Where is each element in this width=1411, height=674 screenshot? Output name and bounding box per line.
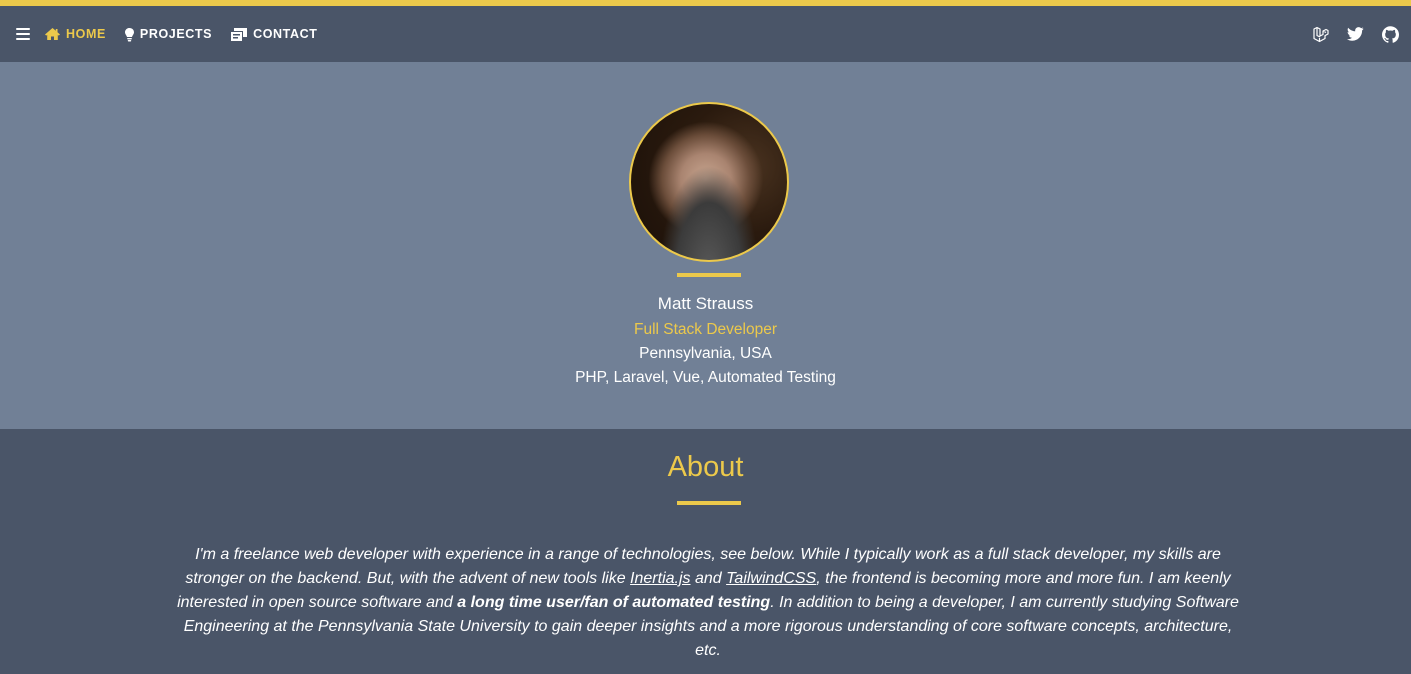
nav-item-label: CONTACT [253,27,318,41]
nav-item-label: PROJECTS [139,27,213,41]
about-paragraph: I'm a freelance web developer with exper… [170,543,1246,663]
nav-item-home[interactable]: HOME [44,27,106,41]
home-icon [45,28,60,40]
profile-skills: PHP, Laravel, Vue, Automated Testing [575,369,836,386]
about-bold-text: a long time user/fan of automated testin… [457,594,771,611]
profile-name: Matt Strauss [657,294,754,313]
laravel-link[interactable] [1312,26,1329,43]
nav-item-label: HOME [66,27,106,41]
profile-location: Pennsylvania, USA [639,345,772,362]
twitter-icon [1347,27,1364,41]
laravel-icon [1313,26,1329,42]
social-links [1294,25,1399,43]
about-text-2: and [690,570,727,587]
tailwindcss-link[interactable]: TailwindCSS [726,570,816,587]
twitter-link[interactable] [1347,27,1364,41]
github-icon [1382,25,1399,43]
lightbulb-icon [124,27,134,41]
about-title: About [667,451,744,483]
profile-role: Full Stack Developer [633,321,777,338]
nav-item-contact[interactable]: CONTACT [230,27,317,42]
page: HOME PROJECTS CONTACT Matt Strauss Full … [0,0,1411,674]
github-link[interactable] [1382,25,1399,43]
inertia-link[interactable]: Inertia.js [630,570,690,587]
hero-divider [677,273,741,277]
nav-left: HOME PROJECTS CONTACT [16,27,335,42]
about-section: About I'm a freelance web developer with… [0,429,1411,674]
about-divider [677,501,741,505]
mailbox-icon [231,27,248,41]
avatar [629,102,789,262]
menu-icon[interactable] [16,28,30,40]
top-nav: HOME PROJECTS CONTACT [0,6,1411,62]
hero-section: Matt Strauss Full Stack Developer Pennsy… [0,62,1411,429]
nav-item-projects[interactable]: PROJECTS [124,27,212,42]
